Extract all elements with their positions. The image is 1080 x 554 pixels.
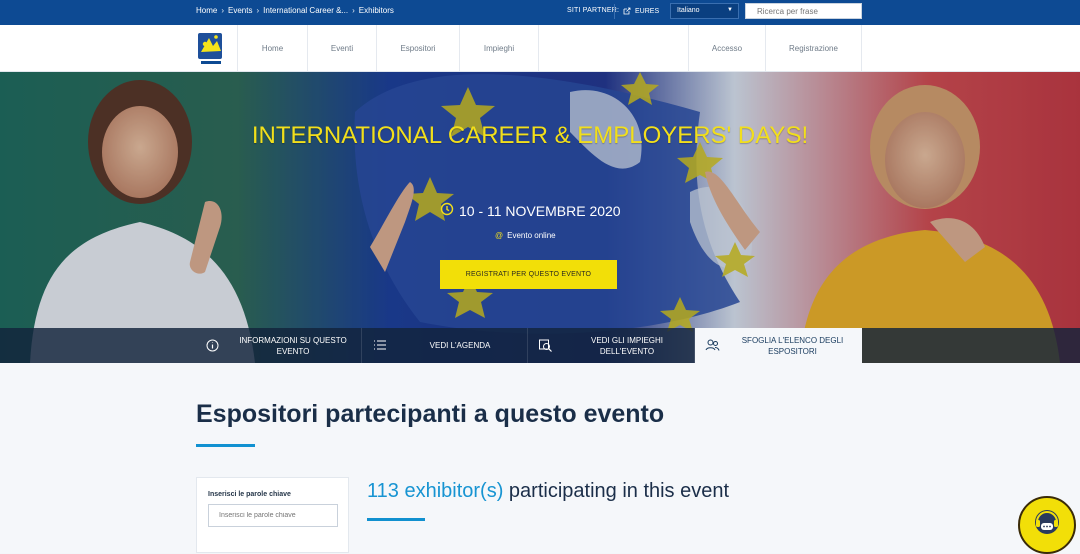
keyword-search-input[interactable] (208, 504, 338, 527)
event-location: @ Evento online (495, 231, 556, 240)
chat-icon (1030, 506, 1064, 545)
event-date-text: 10 - 11 NOVEMBRE 2020 (459, 202, 621, 219)
chevron-down-icon: ▼ (727, 7, 733, 13)
event-hero: INTERNATIONAL CAREER & EMPLOYERS' DAYS! … (0, 72, 1080, 363)
eures-partner-label: EURES (635, 8, 660, 15)
exhibitor-count-suffix: participating in this event (503, 480, 730, 502)
breadcrumb-event[interactable]: International Career &... (263, 6, 348, 15)
title-underline (196, 444, 255, 447)
search-job-icon (538, 338, 553, 355)
event-location-text: Evento online (507, 231, 556, 240)
exhibitors-section: Espositori partecipanti a questo evento … (0, 363, 1080, 553)
tab-event-jobs-label: VEDI GLI IMPIEGHI DELL'EVENTO (590, 335, 663, 356)
users-icon (705, 338, 720, 355)
main-navigation: Home Eventi Espositori Impieghi Accesso … (0, 25, 1080, 72)
keyword-filter-panel: Inserisci le parole chiave (196, 477, 349, 553)
tab-exhibitors-list[interactable]: SFOGLIA L'ELENCO DEGLI ESPOSITORI (695, 328, 862, 363)
search-input[interactable] (745, 3, 862, 19)
exhibitor-count: 113 exhibitor(s) (367, 480, 504, 502)
breadcrumb-events[interactable]: Events (228, 6, 252, 15)
nav-events[interactable]: Eventi (307, 25, 376, 71)
breadcrumb-separator-icon: › (221, 6, 225, 15)
list-icon (373, 339, 387, 354)
info-icon (206, 339, 219, 354)
count-underline (367, 518, 425, 521)
tab-agenda-label: VEDI L'AGENDA (429, 341, 491, 350)
breadcrumb-separator-icon: › (256, 6, 260, 15)
page-title: Espositori partecipanti a questo evento (196, 400, 665, 428)
at-sign-icon: @ (495, 231, 504, 240)
language-select[interactable]: Italiano ▼ (670, 3, 739, 19)
breadcrumb-home[interactable]: Home (196, 6, 217, 15)
partner-sites-label: SITI PARTNER: (567, 7, 620, 14)
nav-home[interactable]: Home (237, 25, 307, 71)
event-title: INTERNATIONAL CAREER & EMPLOYERS' DAYS! (251, 122, 809, 149)
tab-agenda[interactable]: VEDI L'AGENDA (362, 328, 528, 363)
event-tabs: INFORMAZIONI SU QUESTO EVENTO VEDI L'AGE… (0, 328, 1080, 363)
chat-assistant-button[interactable] (1018, 496, 1076, 554)
exhibitor-count-heading: 113 exhibitor(s) participating in this e… (367, 480, 729, 503)
event-date: 10 - 11 NOVEMBRE 2020 (440, 202, 630, 219)
breadcrumb: Home › Events › International Career &... ›… (196, 6, 394, 15)
top-bar: Home › Events › International Career &... ›… (0, 0, 1080, 25)
register-event-button[interactable]: REGISTRATI PER QUESTO EVENTO (440, 260, 617, 289)
breadcrumb-separator-icon: › (352, 6, 355, 15)
language-value: Italiano (677, 7, 700, 14)
tab-exhibitors-list-label: SFOGLIA L'ELENCO DEGLI ESPOSITORI (741, 335, 844, 356)
keyword-filter-label: Inserisci le parole chiave (208, 491, 291, 498)
nav-login[interactable]: Accesso (688, 25, 765, 71)
tab-event-info-label: INFORMAZIONI SU QUESTO EVENTO (239, 335, 347, 356)
tab-event-info[interactable]: INFORMAZIONI SU QUESTO EVENTO (196, 328, 362, 363)
nav-exhibitors[interactable]: Espositori (376, 25, 459, 71)
eures-partner-button[interactable]: EURES (614, 4, 665, 19)
nav-register[interactable]: Registrazione (765, 25, 862, 71)
tab-event-jobs[interactable]: VEDI GLI IMPIEGHI DELL'EVENTO (528, 328, 695, 363)
clock-icon (440, 202, 454, 219)
external-link-icon (623, 7, 631, 17)
breadcrumb-current: Exhibitors (358, 6, 394, 15)
nav-jobs[interactable]: Impieghi (459, 25, 539, 71)
eures-logo[interactable] (196, 30, 226, 67)
